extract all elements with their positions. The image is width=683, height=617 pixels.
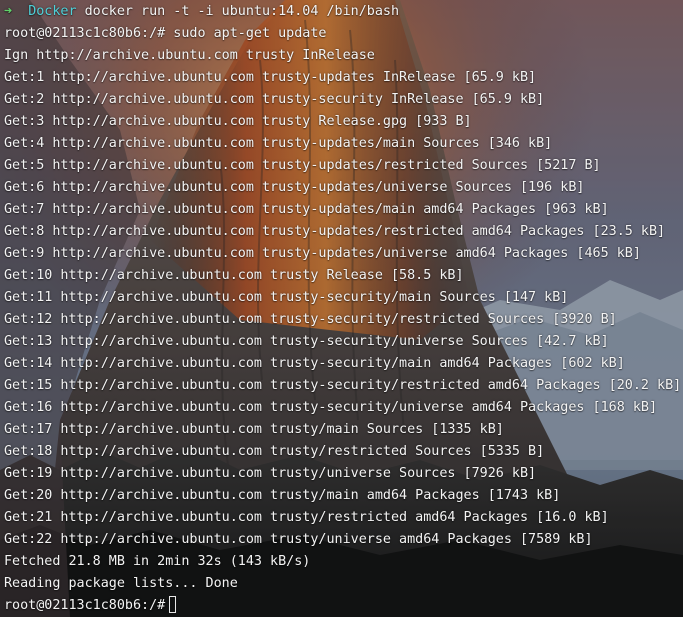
- output-line: Get:3 http://archive.ubuntu.com trusty R…: [4, 114, 472, 129]
- output-line: Get:18 http://archive.ubuntu.com trusty/…: [4, 444, 545, 459]
- cursor[interactable]: [169, 596, 177, 613]
- output-line: Get:6 http://archive.ubuntu.com trusty-u…: [4, 180, 585, 195]
- output-line: Ign http://archive.ubuntu.com trusty InR…: [4, 48, 375, 63]
- output-line: Get:4 http://archive.ubuntu.com trusty-u…: [4, 136, 553, 151]
- output-line: Get:5 http://archive.ubuntu.com trusty-u…: [4, 158, 601, 173]
- output-line: Get:19 http://archive.ubuntu.com trusty/…: [4, 466, 537, 481]
- output-line: Get:2 http://archive.ubuntu.com trusty-s…: [4, 92, 545, 107]
- output-line: Get:10 http://archive.ubuntu.com trusty …: [4, 268, 464, 283]
- output-line: Get:8 http://archive.ubuntu.com trusty-u…: [4, 224, 666, 239]
- output-line: Get:1 http://archive.ubuntu.com trusty-u…: [4, 70, 537, 85]
- output-line: Get:11 http://archive.ubuntu.com trusty-…: [4, 290, 569, 305]
- output-line: Get:7 http://archive.ubuntu.com trusty-u…: [4, 202, 609, 217]
- output-line: Get:22 http://archive.ubuntu.com trusty/…: [4, 532, 593, 547]
- output-line: Get:20 http://archive.ubuntu.com trusty/…: [4, 488, 561, 503]
- output-line: Get:13 http://archive.ubuntu.com trusty-…: [4, 334, 609, 349]
- prompt-arrow-icon: ➜: [4, 4, 13, 19]
- prompt-cwd: Docker: [28, 4, 77, 19]
- output-line: Get:15 http://archive.ubuntu.com trusty-…: [4, 378, 682, 393]
- output-line: root@02113c1c80b6:/# sudo apt-get update: [4, 26, 327, 41]
- output-line: Get:14 http://archive.ubuntu.com trusty-…: [4, 356, 625, 371]
- output-line: Get:21 http://archive.ubuntu.com trusty/…: [4, 510, 609, 525]
- output-line: Get:16 http://archive.ubuntu.com trusty-…: [4, 400, 658, 415]
- output-line: Get:12 http://archive.ubuntu.com trusty-…: [4, 312, 617, 327]
- final-prompt: root@02113c1c80b6:/#: [4, 598, 166, 613]
- output-line: Get:9 http://archive.ubuntu.com trusty-u…: [4, 246, 641, 261]
- input-line[interactable]: root@02113c1c80b6:/#: [4, 595, 683, 617]
- output-line: Reading package lists... Done: [4, 576, 238, 591]
- output-line: Get:17 http://archive.ubuntu.com trusty/…: [4, 422, 504, 437]
- prompt-line: ➜ Docker docker run -t -i ubuntu:14.04 /…: [4, 1, 683, 23]
- terminal-window[interactable]: ➜ Docker docker run -t -i ubuntu:14.04 /…: [0, 0, 683, 617]
- output-line: Fetched 21.8 MB in 2min 32s (143 kB/s): [4, 554, 311, 569]
- prompt-command: docker run -t -i ubuntu:14.04 /bin/bash: [84, 4, 400, 19]
